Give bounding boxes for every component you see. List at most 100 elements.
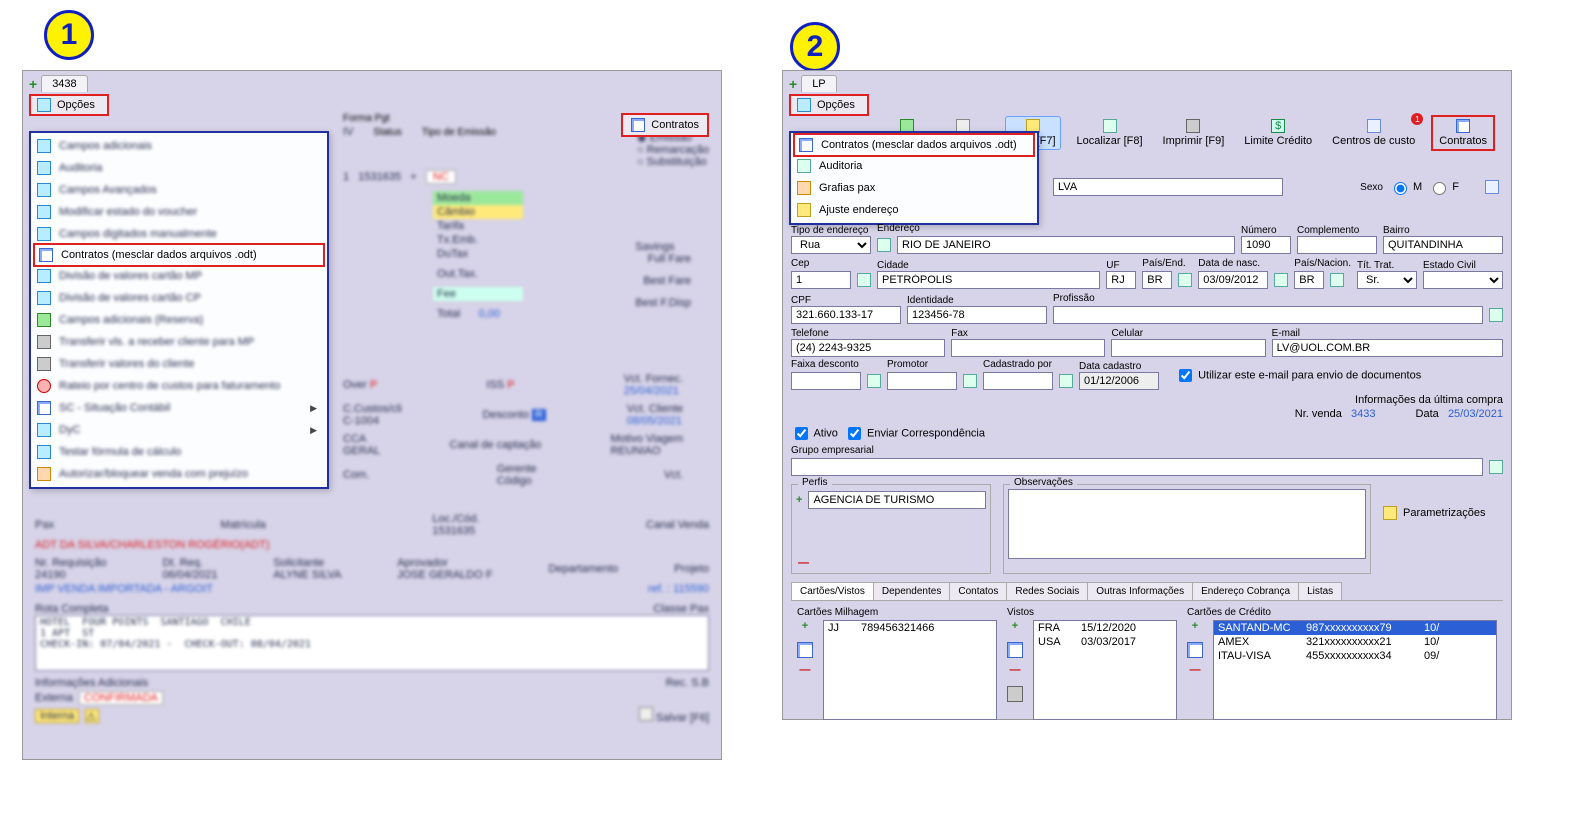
add-perfil-icon[interactable]: +	[796, 494, 802, 506]
envcorr-checkbox[interactable]: Enviar Correspondência	[844, 424, 985, 443]
menu-item[interactable]: Modificar estado do voucher	[31, 201, 327, 223]
sexo-m-radio[interactable]: M	[1389, 179, 1422, 195]
faixa-input[interactable]	[791, 372, 861, 390]
sexo-f-radio[interactable]: F	[1428, 179, 1459, 195]
paisnac-input[interactable]	[1294, 271, 1324, 289]
menu-item[interactable]: Auditoria	[791, 155, 1037, 177]
bottom-tab[interactable]: Endereço Cobrança	[1192, 582, 1299, 600]
edit-icon[interactable]	[797, 642, 813, 658]
tbtn-imprimir[interactable]: Imprimir [F9]	[1159, 117, 1229, 149]
menu-item[interactable]: Campos digitados manualmente	[31, 223, 327, 245]
tipo-endereco-select[interactable]: Rua	[791, 236, 871, 254]
right-tab[interactable]: LP	[801, 75, 836, 92]
profissao-input[interactable]	[1053, 306, 1483, 324]
list-item[interactable]: USA03/03/2017	[1034, 635, 1176, 649]
telefone-input[interactable]	[791, 339, 945, 357]
menu-item[interactable]: Rateio por centro de custos para faturam…	[31, 375, 327, 397]
list-item[interactable]: JJ789456321466	[824, 621, 996, 635]
endereco-input[interactable]	[897, 236, 1235, 254]
contratos-button-left[interactable]: Contratos	[621, 113, 709, 137]
tbtn-limite[interactable]: $Limite Crédito	[1240, 117, 1316, 149]
lookup-icon[interactable]	[1059, 374, 1073, 388]
cidade-input[interactable]	[877, 271, 1100, 289]
lookup-icon[interactable]	[877, 238, 891, 252]
cep-input[interactable]	[791, 271, 851, 289]
tittrat-select[interactable]: Sr.	[1357, 271, 1417, 289]
menu-item[interactable]: Divisão de valores cartão CP	[31, 287, 327, 309]
edit-icon[interactable]	[1007, 642, 1023, 658]
list-item[interactable]: FRA15/12/2020	[1034, 621, 1176, 635]
print-icon[interactable]	[1007, 686, 1023, 702]
menu-item[interactable]: Auditoria	[31, 157, 327, 179]
list-item[interactable]: SANTAND-MC987xxxxxxxxxx7910/	[1214, 621, 1496, 635]
util-email-checkbox[interactable]: Utilizar este e-mail para envio de docum…	[1175, 366, 1421, 385]
tbtn-centros[interactable]: Centros de custo1	[1328, 117, 1419, 149]
lookup-icon[interactable]	[857, 273, 871, 287]
menu-item[interactable]: Testar fórmula de cálculo	[31, 441, 327, 463]
contratos-button-right[interactable]: Contratos	[1431, 115, 1495, 151]
credito-list[interactable]: SANTAND-MC987xxxxxxxxxx7910/AMEX321xxxxx…	[1213, 620, 1497, 720]
add-icon[interactable]: +	[1007, 620, 1023, 636]
perfil-input[interactable]	[808, 491, 986, 509]
menu-item[interactable]: Divisão de valores cartão MP	[31, 265, 327, 287]
dtnasc-input[interactable]	[1198, 271, 1268, 289]
celular-input[interactable]	[1111, 339, 1265, 357]
bottom-tab[interactable]: Dependentes	[873, 582, 951, 600]
pais-input[interactable]	[1142, 271, 1172, 289]
grupoemp-input[interactable]	[791, 458, 1483, 476]
ativo-checkbox[interactable]: Ativo	[791, 424, 838, 443]
menu-item[interactable]: Contratos (mesclar dados arquivos .odt)	[793, 133, 1035, 157]
menu-item[interactable]: Ajuste endereço	[791, 199, 1037, 221]
list-item[interactable]: AMEX321xxxxxxxxxx2110/	[1214, 635, 1496, 649]
identidade-input[interactable]	[907, 306, 1047, 324]
promotor-input[interactable]	[887, 372, 957, 390]
lookup-icon[interactable]	[867, 374, 881, 388]
menu-item[interactable]: Campos Avançados	[31, 179, 327, 201]
add-icon[interactable]: +	[797, 620, 813, 636]
remove-icon[interactable]: —	[1187, 664, 1203, 680]
bottom-tab[interactable]: Contatos	[949, 582, 1007, 600]
lookup-icon[interactable]	[1489, 460, 1503, 474]
uf-input[interactable]	[1106, 271, 1136, 289]
lookup-icon[interactable]	[963, 374, 977, 388]
cadpor-input[interactable]	[983, 372, 1053, 390]
menu-item[interactable]: Campos adicionais (Reserva)	[31, 309, 327, 331]
add-icon[interactable]: +	[1187, 620, 1203, 636]
cpf-input[interactable]	[791, 306, 901, 324]
numero-input[interactable]	[1241, 236, 1291, 254]
menu-item[interactable]: SC - Situação Contábil▶	[31, 397, 327, 419]
lookup-icon[interactable]	[1489, 308, 1503, 322]
bottom-tab[interactable]: Listas	[1298, 582, 1342, 600]
options-button-left[interactable]: Opções	[29, 94, 109, 116]
estciv-select[interactable]	[1423, 271, 1503, 289]
bairro-input[interactable]	[1383, 236, 1503, 254]
menu-item[interactable]: Transferir valores do cliente	[31, 353, 327, 375]
list-item[interactable]: ITAU-VISA455xxxxxxxxxx3409/	[1214, 649, 1496, 663]
bottom-tab[interactable]: Redes Sociais	[1006, 582, 1088, 600]
email-input[interactable]	[1272, 339, 1503, 357]
fax-input[interactable]	[951, 339, 1105, 357]
complemento-input[interactable]	[1297, 236, 1377, 254]
edit-icon[interactable]	[1187, 642, 1203, 658]
lookup-icon[interactable]	[1330, 273, 1344, 287]
bottom-tab[interactable]: Cartões/Vistos	[791, 582, 874, 600]
menu-item[interactable]: Transferir vls. a receber cliente para M…	[31, 331, 327, 353]
remove-icon[interactable]: —	[1007, 664, 1023, 680]
parametrizacoes-link[interactable]: Parametrizações	[1383, 506, 1503, 520]
tbtn-localizar[interactable]: Localizar [F8]	[1073, 117, 1147, 149]
left-tab[interactable]: 3438	[41, 75, 87, 92]
lookup-icon[interactable]	[1178, 273, 1192, 287]
add-tab-icon[interactable]: +	[789, 76, 797, 92]
remove-perfil-icon[interactable]: —	[798, 557, 809, 569]
obs-textarea[interactable]	[1008, 489, 1366, 559]
add-tab-icon[interactable]: +	[29, 76, 37, 92]
menu-item[interactable]: Campos adicionais	[31, 135, 327, 157]
milhagem-list[interactable]: JJ789456321466	[823, 620, 997, 720]
remove-icon[interactable]: —	[797, 664, 813, 680]
name-input[interactable]	[1053, 178, 1283, 196]
menu-item[interactable]: Contratos (mesclar dados arquivos .odt)	[33, 243, 325, 267]
copy-icon[interactable]	[1485, 180, 1499, 194]
options-button-right[interactable]: Opções	[789, 94, 869, 116]
menu-item[interactable]: DyC▶	[31, 419, 327, 441]
menu-item[interactable]: Grafias pax	[791, 177, 1037, 199]
